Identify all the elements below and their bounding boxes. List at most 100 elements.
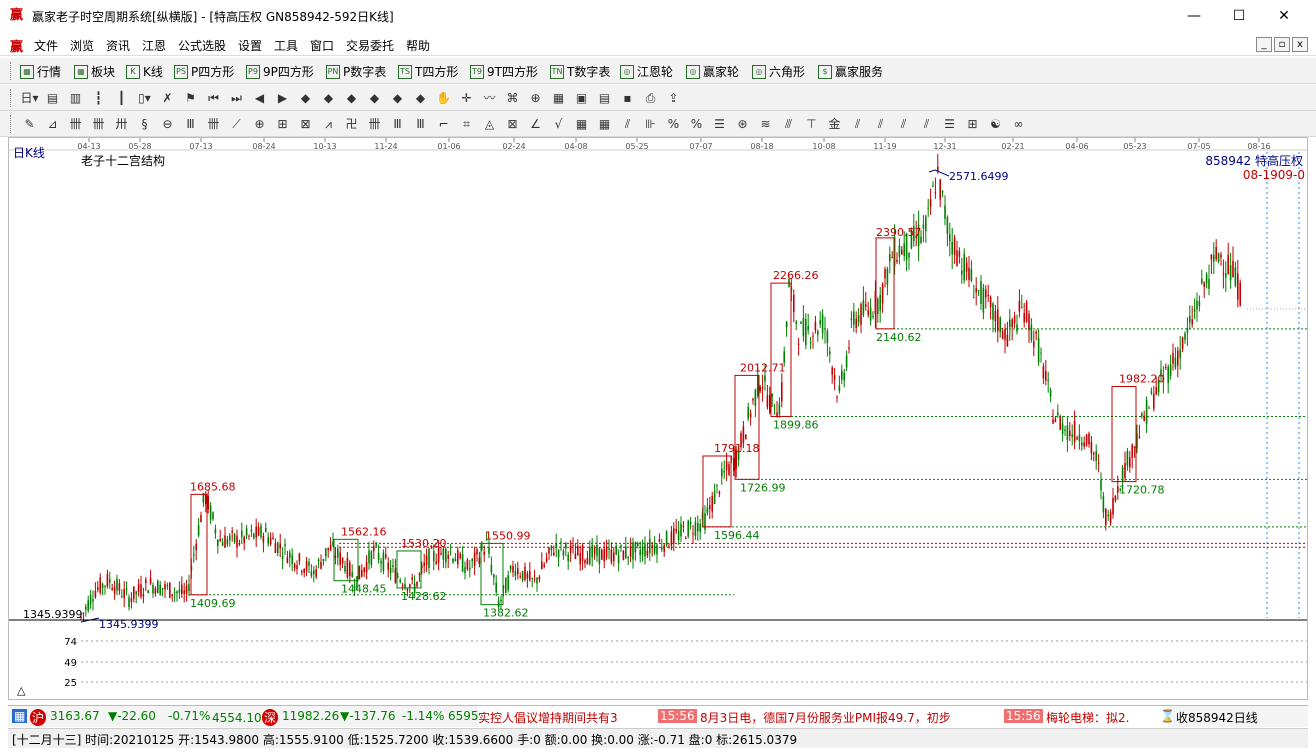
table-tool-icon[interactable]: ⊞ bbox=[961, 115, 984, 133]
grid-icon[interactable]: ▦ bbox=[12, 709, 28, 723]
line-icon[interactable]: ⩘ bbox=[317, 115, 340, 133]
mdi-minimize-button[interactable]: _ bbox=[1256, 37, 1272, 52]
diamond-icon[interactable]: ◆ bbox=[363, 89, 386, 107]
period-select-icon[interactable]: 日▾ bbox=[18, 89, 41, 107]
crosshair-icon[interactable]: ✛ bbox=[455, 89, 478, 107]
toolbar-grip[interactable] bbox=[10, 89, 13, 107]
flag-icon[interactable]: ⚑ bbox=[179, 89, 202, 107]
tb-t-square-button[interactable]: TS T四方形 bbox=[398, 63, 458, 80]
menu-settings[interactable]: 设置 bbox=[238, 37, 262, 54]
mdi-close-button[interactable]: x bbox=[1292, 37, 1308, 52]
diamond-icon[interactable]: ◆ bbox=[409, 89, 432, 107]
bars-tool-icon[interactable]: Ⅲ bbox=[179, 115, 202, 133]
angle-icon[interactable]: ∠ bbox=[524, 115, 547, 133]
circle-icon[interactable]: ⊖ bbox=[156, 115, 179, 133]
calc-icon[interactable]: ▣ bbox=[570, 89, 593, 107]
bars-tool-icon[interactable]: Ⅲ bbox=[386, 115, 409, 133]
gift-icon[interactable]: ⌘ bbox=[501, 89, 524, 107]
slash-icon[interactable]: ⫻ bbox=[777, 115, 800, 133]
diamond-icon[interactable]: ◆ bbox=[386, 89, 409, 107]
gold-icon[interactable]: ⊛ bbox=[731, 115, 754, 133]
doc-icon[interactable]: ▥ bbox=[64, 89, 87, 107]
tb-gann-wheel-button[interactable]: ◎ 江恩轮 bbox=[620, 63, 673, 80]
pen-icon[interactable]: ✎ bbox=[18, 115, 41, 133]
grid-box-icon[interactable]: ▦ bbox=[570, 115, 593, 133]
stairs-icon[interactable]: 卌 bbox=[363, 115, 386, 133]
wave-icon[interactable]: 〰 bbox=[478, 89, 501, 107]
export-icon[interactable]: ⇪ bbox=[662, 89, 685, 107]
spiral-icon[interactable]: § bbox=[133, 115, 156, 133]
grid-tool-icon[interactable]: 卅 bbox=[110, 115, 133, 133]
diamond-icon[interactable]: ◆ bbox=[317, 89, 340, 107]
menu-gann[interactable]: 江恩 bbox=[142, 37, 166, 54]
tb-kline-button[interactable]: K K线 bbox=[126, 63, 163, 80]
grid-box-icon[interactable]: ▦ bbox=[593, 115, 616, 133]
diamond-icon[interactable]: ◆ bbox=[340, 89, 363, 107]
arc-icon[interactable]: ⟋ bbox=[225, 115, 248, 133]
grid-tool-icon[interactable]: 卌 bbox=[64, 115, 87, 133]
menu-info[interactable]: 资讯 bbox=[106, 37, 130, 54]
money-icon[interactable]: ≋ bbox=[754, 115, 777, 133]
close-button[interactable]: ✕ bbox=[1264, 4, 1304, 28]
news-ticker[interactable]: 实控人倡议增持期间共有3 15:56 8月3日电，德国7月份服务业PMI报49.… bbox=[478, 706, 1168, 727]
menu-file[interactable]: 文件 bbox=[34, 37, 58, 54]
tb-sectors-button[interactable]: ▦ 板块 bbox=[74, 63, 115, 80]
corner-icon[interactable]: ⌐ bbox=[432, 115, 455, 133]
cross-grid-icon[interactable]: ⊠ bbox=[294, 115, 317, 133]
menu-trade[interactable]: 交易委托 bbox=[346, 37, 394, 54]
minimize-button[interactable]: — bbox=[1174, 4, 1214, 28]
fib-icon[interactable]: ⌗ bbox=[455, 115, 478, 133]
lines-icon[interactable]: ☰ bbox=[938, 115, 961, 133]
next-icon[interactable]: ▶ bbox=[271, 89, 294, 107]
scroll-up-icon[interactable]: △ bbox=[17, 684, 25, 697]
target-icon[interactable]: ⊕ bbox=[248, 115, 271, 133]
bars-tool-icon[interactable]: 卌 bbox=[202, 115, 225, 133]
yin-yang-icon[interactable]: ☯ bbox=[984, 115, 1007, 133]
check-icon[interactable]: √ bbox=[547, 115, 570, 133]
kline-chart[interactable]: 04-13 05-28 07-13 08-24 10-13 11-24 01-06 02-24… bbox=[9, 138, 1307, 699]
prev-icon[interactable]: ◀ bbox=[248, 89, 271, 107]
fan-lines-icon[interactable]: ⫽ bbox=[846, 115, 869, 133]
menu-formula[interactable]: 公式选股 bbox=[178, 37, 226, 54]
ruler-icon[interactable]: ⊪ bbox=[639, 115, 662, 133]
print-icon[interactable]: ⎙ bbox=[639, 89, 662, 107]
rising-icon[interactable]: ⫽ bbox=[892, 115, 915, 133]
kline-chart-panel[interactable]: 04-13 05-28 07-13 08-24 10-13 11-24 01-06 02-24… bbox=[8, 137, 1308, 700]
cross-box-icon[interactable]: ⊠ bbox=[501, 115, 524, 133]
menu-window[interactable]: 窗口 bbox=[310, 37, 334, 54]
mdi-restore-button[interactable]: ▫ bbox=[1274, 37, 1290, 52]
triangle-icon[interactable]: ◬ bbox=[478, 115, 501, 133]
draw-select-icon[interactable]: ▯▾ bbox=[133, 89, 156, 107]
save-icon[interactable]: ▪ bbox=[616, 89, 639, 107]
tb-9p-square-button[interactable]: P9 9P四方形 bbox=[246, 63, 314, 80]
menu-browse[interactable]: 浏览 bbox=[70, 37, 94, 54]
toolbar-grip[interactable] bbox=[10, 62, 13, 80]
fan-lines-icon[interactable]: ⫽ bbox=[869, 115, 892, 133]
percent-icon[interactable]: % bbox=[685, 115, 708, 133]
hand-icon[interactable]: ✋ bbox=[432, 89, 455, 107]
bars-icon[interactable]: ┇ bbox=[87, 89, 110, 107]
cancel-icon[interactable]: ✗ bbox=[156, 89, 179, 107]
grid-tool-icon[interactable]: 卌 bbox=[87, 115, 110, 133]
fan-lines-icon[interactable]: ⫽ bbox=[616, 115, 639, 133]
stairs-icon[interactable]: 卍 bbox=[340, 115, 363, 133]
table-icon[interactable]: ▤ bbox=[593, 89, 616, 107]
first-icon[interactable]: ⏮ bbox=[202, 89, 225, 107]
tb-quotes-button[interactable]: ▦ 行情 bbox=[20, 63, 61, 80]
gold-bar-icon[interactable]: 金 bbox=[823, 115, 846, 133]
maximize-button[interactable]: ☐ bbox=[1219, 4, 1259, 28]
tb-winner-wheel-button[interactable]: ◎ 赢家轮 bbox=[686, 63, 739, 80]
toolbar-grip[interactable] bbox=[10, 115, 13, 133]
lines-icon[interactable]: ☰ bbox=[708, 115, 731, 133]
tb-9t-square-button[interactable]: T9 9T四方形 bbox=[470, 63, 538, 80]
tb-hexagon-button[interactable]: ◎ 六角形 bbox=[752, 63, 805, 80]
level-icon[interactable]: ⊤ bbox=[800, 115, 823, 133]
menu-tools[interactable]: 工具 bbox=[274, 37, 298, 54]
last-icon[interactable]: ⏭ bbox=[225, 89, 248, 107]
tb-p-table-button[interactable]: PN P数字表 bbox=[326, 63, 386, 80]
tb-service-button[interactable]: $ 赢家服务 bbox=[818, 63, 883, 80]
menu-help[interactable]: 帮助 bbox=[406, 37, 430, 54]
candles-icon[interactable]: ┃ bbox=[110, 89, 133, 107]
tb-p-square-button[interactable]: PS P四方形 bbox=[174, 63, 234, 80]
bars-tool-icon[interactable]: Ⅲ bbox=[409, 115, 432, 133]
